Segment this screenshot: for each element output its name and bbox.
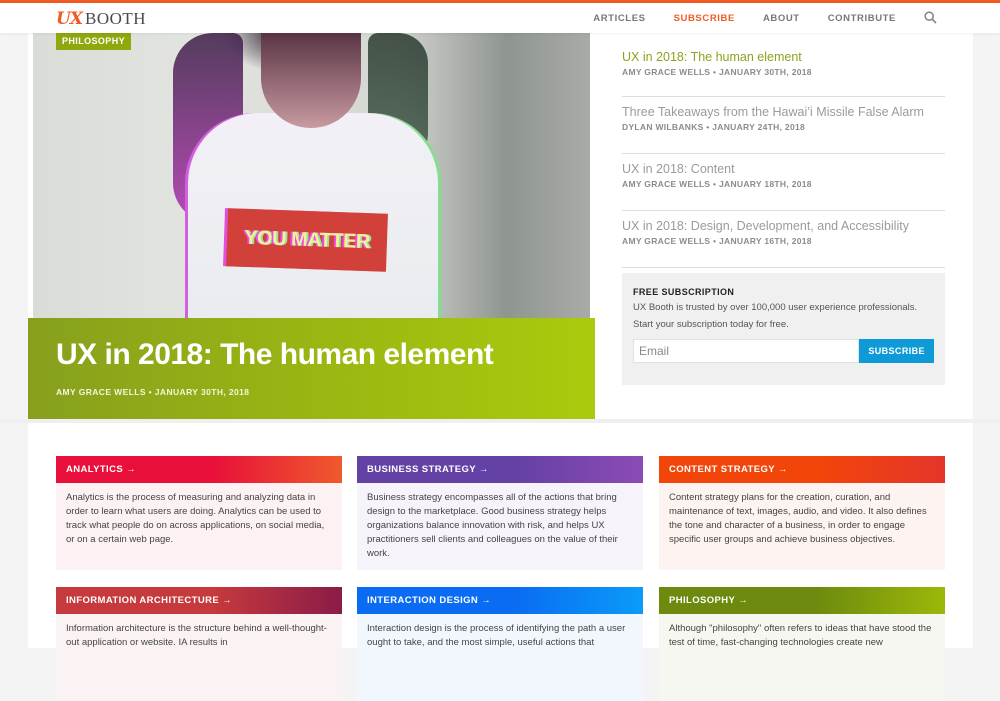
topic-card-text: Business strategy encompasses all of the…: [357, 483, 643, 570]
subscription-line-1: UX Booth is trusted by over 100,000 user…: [633, 302, 918, 313]
topic-card-text: Interaction design is the process of ide…: [357, 614, 643, 701]
topic-card-interaction-design[interactable]: INTERACTION DESIGN → Interaction design …: [357, 587, 643, 701]
shirt-text: YOU MATTER: [243, 226, 371, 253]
article-meta: DYLAN WILBANKS • JANUARY 24TH, 2018: [622, 122, 806, 132]
subscription-form: SUBSCRIBE: [633, 339, 934, 363]
section-divider: [0, 419, 1000, 423]
hero-image[interactable]: YOU MATTER: [33, 33, 590, 318]
article-title[interactable]: Three Takeaways from the Hawai’i Missile…: [622, 105, 945, 119]
topic-card-text: Analytics is the process of measuring an…: [56, 483, 342, 570]
nav-subscribe[interactable]: SUBSCRIBE: [674, 13, 735, 24]
main-nav: ARTICLES SUBSCRIBE ABOUT CONTRIBUTE: [565, 3, 938, 33]
subscribe-button[interactable]: SUBSCRIBE: [859, 339, 934, 363]
subscription-text: UX Booth is trusted by over 100,000 user…: [633, 300, 934, 333]
recent-articles: UX in 2018: The human element AMY GRACE …: [622, 40, 945, 268]
nav-articles[interactable]: ARTICLES: [593, 13, 645, 24]
topic-card-content-strategy[interactable]: CONTENT STRATEGY → Content strategy plan…: [659, 456, 945, 570]
site-header: UX BOOTH ARTICLES SUBSCRIBE ABOUT CONTRI…: [0, 3, 1000, 33]
article-title[interactable]: UX in 2018: Design, Development, and Acc…: [622, 219, 945, 233]
topic-card-title[interactable]: CONTENT STRATEGY →: [659, 456, 945, 483]
topic-card-title[interactable]: INFORMATION ARCHITECTURE →: [56, 587, 342, 614]
article-item[interactable]: UX in 2018: Content AMY GRACE WELLS • JA…: [622, 154, 945, 211]
topic-card-text: Content strategy plans for the creation,…: [659, 483, 945, 570]
article-meta: AMY GRACE WELLS • JANUARY 18TH, 2018: [622, 179, 812, 189]
article-title[interactable]: UX in 2018: The human element: [622, 50, 945, 64]
email-input[interactable]: [633, 339, 860, 363]
subscription-heading: FREE SUBSCRIPTION: [633, 287, 735, 297]
hero-title[interactable]: UX in 2018: The human element: [56, 338, 494, 372]
nav-contribute[interactable]: CONTRIBUTE: [828, 13, 896, 24]
topic-card-philosophy[interactable]: PHILOSOPHY → Although "philosophy" often…: [659, 587, 945, 701]
topic-card-title[interactable]: ANALYTICS →: [56, 456, 342, 483]
topic-card-title[interactable]: PHILOSOPHY →: [659, 587, 945, 614]
article-title[interactable]: UX in 2018: Content: [622, 162, 945, 176]
article-item[interactable]: UX in 2018: The human element AMY GRACE …: [622, 40, 945, 97]
nav-about[interactable]: ABOUT: [763, 13, 800, 24]
logo-booth: BOOTH: [85, 9, 147, 28]
article-meta: AMY GRACE WELLS • JANUARY 16TH, 2018: [622, 236, 812, 246]
topic-card-information-architecture[interactable]: INFORMATION ARCHITECTURE → Information a…: [56, 587, 342, 701]
hero-category-tag[interactable]: PHILOSOPHY: [56, 33, 132, 50]
topic-card-title[interactable]: INTERACTION DESIGN →: [357, 587, 643, 614]
topic-card-title[interactable]: BUSINESS STRATEGY →: [357, 456, 643, 483]
hero-image-shirt-print: YOU MATTER: [226, 208, 388, 272]
article-meta: AMY GRACE WELLS • JANUARY 30TH, 2018: [622, 67, 812, 77]
article-item[interactable]: Three Takeaways from the Hawai’i Missile…: [622, 97, 945, 154]
site-logo[interactable]: UX BOOTH: [56, 9, 146, 29]
subscription-line-2: Start your subscription today for free.: [633, 318, 789, 330]
logo-ux: UX: [56, 9, 83, 29]
topic-card-analytics[interactable]: ANALYTICS → Analytics is the process of …: [56, 456, 342, 570]
search-icon[interactable]: [924, 11, 938, 25]
topic-card-text: Information architecture is the structur…: [56, 614, 342, 701]
hero-caption[interactable]: UX in 2018: The human element AMY GRACE …: [28, 318, 595, 422]
hero-meta: AMY GRACE WELLS • JANUARY 30TH, 2018: [56, 387, 250, 397]
article-item[interactable]: UX in 2018: Design, Development, and Acc…: [622, 211, 945, 268]
subscription-box: FREE SUBSCRIPTION UX Booth is trusted by…: [622, 273, 945, 385]
topic-card-business-strategy[interactable]: BUSINESS STRATEGY → Business strategy en…: [357, 456, 643, 570]
topic-card-text: Although "philosophy" often refers to id…: [659, 614, 945, 701]
